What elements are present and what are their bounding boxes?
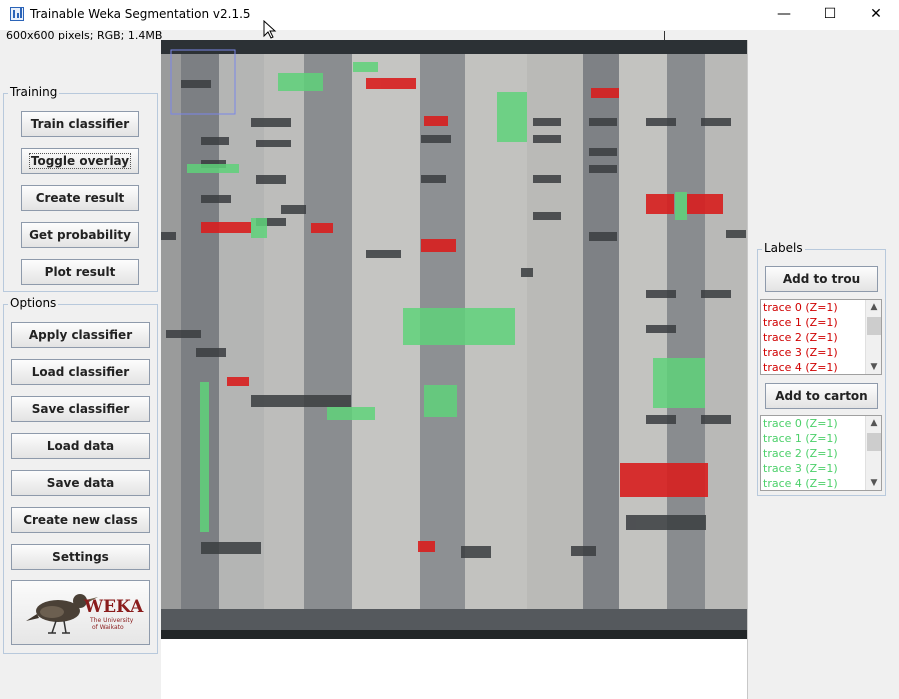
window-title: Trainable Weka Segmentation v2.1.5 bbox=[30, 7, 251, 21]
weka-logo-line2: of Waikato bbox=[92, 624, 124, 631]
carton-trace-list[interactable]: trace 0 (Z=1) trace 1 (Z=1) trace 2 (Z=1… bbox=[760, 415, 882, 491]
weka-logo-button[interactable]: WEKA The University of Waikato bbox=[11, 580, 150, 645]
close-button[interactable]: ✕ bbox=[853, 0, 899, 30]
settings-button[interactable]: Settings bbox=[11, 544, 150, 570]
maximize-button[interactable]: ☐ bbox=[807, 0, 853, 30]
add-to-trou-button[interactable]: Add to trou bbox=[765, 266, 878, 292]
trou-list-scrollbar[interactable]: ▲ ▼ bbox=[865, 300, 881, 374]
segmentation-image bbox=[161, 40, 747, 639]
toggle-overlay-button[interactable]: Toggle overlay bbox=[21, 148, 139, 174]
create-result-button[interactable]: Create result bbox=[21, 185, 139, 211]
scroll-up-icon[interactable]: ▲ bbox=[866, 416, 881, 430]
imagej-app-icon bbox=[10, 7, 24, 21]
list-item[interactable]: trace 4 (Z=1) bbox=[763, 477, 838, 490]
load-classifier-button[interactable]: Load classifier bbox=[11, 359, 150, 385]
canvas-blank-area bbox=[161, 639, 747, 699]
apply-classifier-button[interactable]: Apply classifier bbox=[11, 322, 150, 348]
list-item[interactable]: trace 2 (Z=1) bbox=[763, 331, 838, 344]
plot-result-button[interactable]: Plot result bbox=[21, 259, 139, 285]
status-divider bbox=[664, 31, 665, 40]
save-classifier-button[interactable]: Save classifier bbox=[11, 396, 150, 422]
mouse-pointer-icon bbox=[263, 20, 277, 39]
labels-legend: Labels bbox=[762, 241, 805, 255]
toggle-overlay-label: Toggle overlay bbox=[28, 153, 132, 169]
title-bar: Trainable Weka Segmentation v2.1.5 — ☐ ✕ bbox=[0, 0, 899, 30]
weka-logo-title: WEKA bbox=[83, 597, 144, 617]
list-item[interactable]: trace 0 (Z=1) bbox=[763, 301, 838, 314]
add-to-carton-button[interactable]: Add to carton bbox=[765, 383, 878, 409]
list-item[interactable]: trace 2 (Z=1) bbox=[763, 447, 838, 460]
create-new-class-button[interactable]: Create new class bbox=[11, 507, 150, 533]
minimize-button[interactable]: — bbox=[761, 0, 807, 30]
training-legend: Training bbox=[8, 85, 60, 99]
scroll-up-icon[interactable]: ▲ bbox=[866, 300, 881, 314]
carton-list-scrollbar[interactable]: ▲ ▼ bbox=[865, 416, 881, 490]
list-item[interactable]: trace 1 (Z=1) bbox=[763, 316, 838, 329]
image-canvas[interactable] bbox=[161, 40, 747, 639]
scroll-down-icon[interactable]: ▼ bbox=[866, 360, 881, 374]
get-probability-button[interactable]: Get probability bbox=[21, 222, 139, 248]
scroll-thumb[interactable] bbox=[867, 433, 881, 451]
list-item[interactable]: trace 3 (Z=1) bbox=[763, 462, 838, 475]
list-item[interactable]: trace 4 (Z=1) bbox=[763, 361, 838, 374]
scroll-down-icon[interactable]: ▼ bbox=[866, 476, 881, 490]
weka-bird-icon: WEKA The University of Waikato bbox=[26, 594, 144, 634]
weka-logo-line1: The University bbox=[89, 617, 134, 624]
list-item[interactable]: trace 1 (Z=1) bbox=[763, 432, 838, 445]
save-data-button[interactable]: Save data bbox=[11, 470, 150, 496]
scroll-thumb[interactable] bbox=[867, 317, 881, 335]
list-item[interactable]: trace 3 (Z=1) bbox=[763, 346, 838, 359]
trou-trace-list[interactable]: trace 0 (Z=1) trace 1 (Z=1) trace 2 (Z=1… bbox=[760, 299, 882, 375]
train-classifier-button[interactable]: Train classifier bbox=[21, 111, 139, 137]
options-legend: Options bbox=[8, 296, 59, 310]
load-data-button[interactable]: Load data bbox=[11, 433, 150, 459]
list-item[interactable]: trace 0 (Z=1) bbox=[763, 417, 838, 430]
